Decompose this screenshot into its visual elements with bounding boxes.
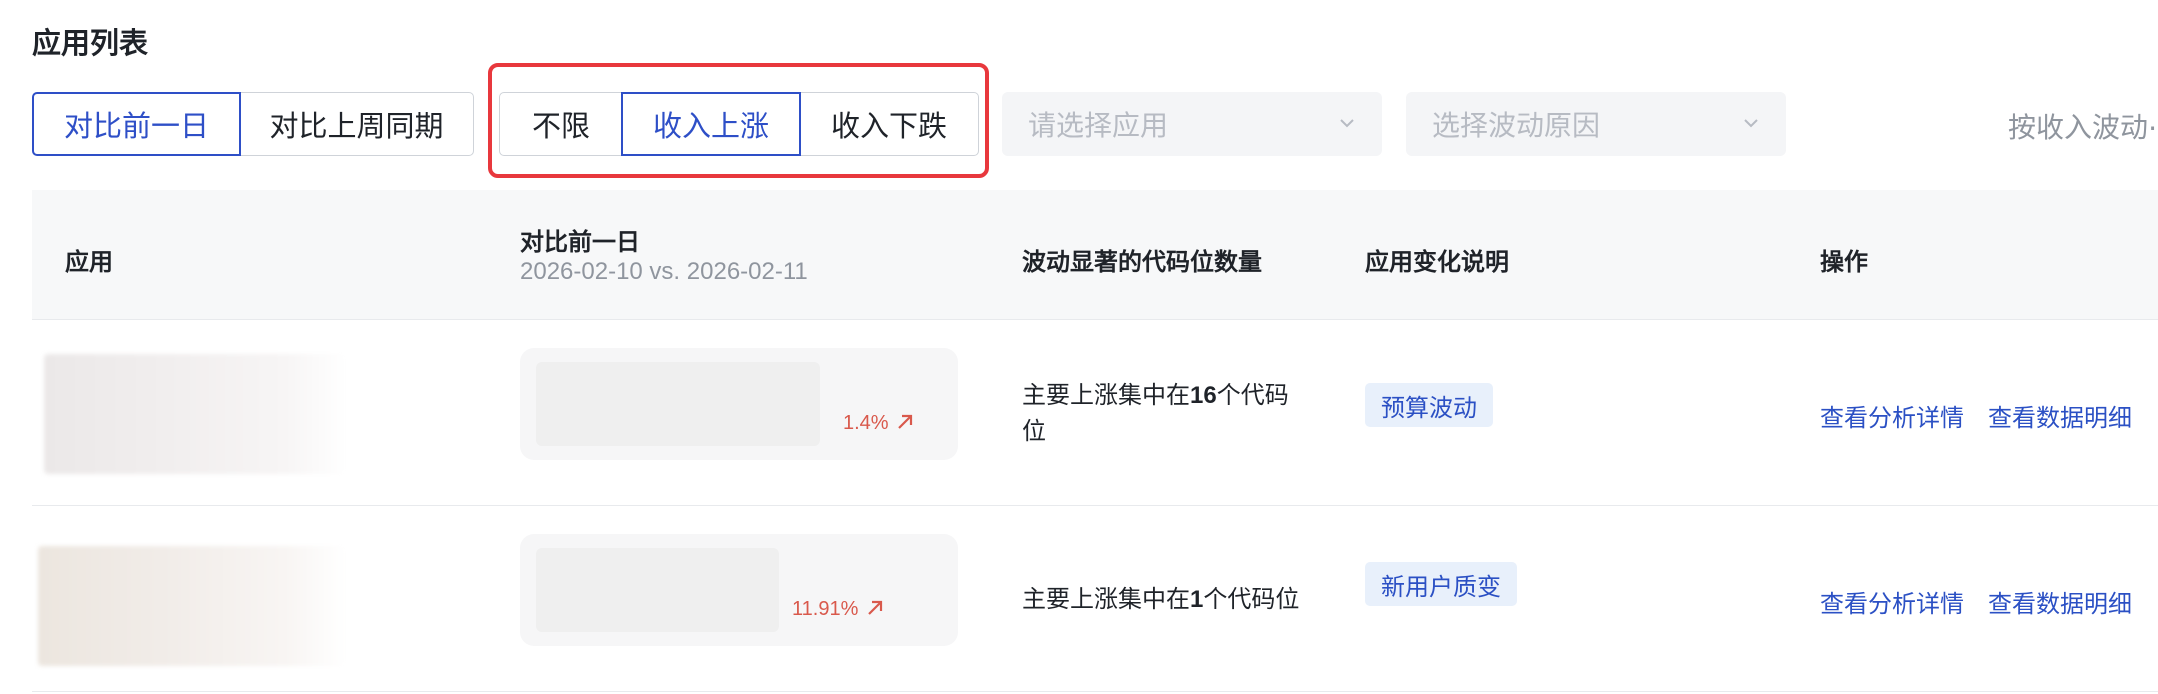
filter-all-button[interactable]: 不限 (499, 92, 623, 156)
header-compare-title: 对比前一日 (520, 229, 640, 256)
chevron-down-icon (1340, 119, 1354, 128)
compare-previous-day-button[interactable]: 对比前一日 (32, 92, 241, 156)
view-analysis-detail-link[interactable]: 查看分析详情 (1820, 398, 1964, 433)
header-compare-dates: 2026-02-10 vs. 2026-02-11 (520, 258, 808, 285)
table-row: 11.91% 主要上涨集中在1个代码位 新用户质变 查看分析详情 查看数据明细 (32, 506, 2158, 692)
filter-revenue-up-button[interactable]: 收入上涨 (621, 92, 801, 156)
slot-count-description: 主要上涨集中在16个代码位 (1022, 378, 1302, 450)
sparkline-blurred (536, 548, 779, 632)
desc-prefix: 主要上涨集中在 (1022, 382, 1190, 409)
filter-revenue-down-button[interactable]: 收入下跌 (799, 92, 979, 156)
desc-number: 16 (1190, 382, 1217, 409)
app-thumbnail-blurred (44, 354, 346, 474)
header-app: 应用 (65, 249, 113, 276)
desc-number: 1 (1190, 586, 1204, 613)
view-analysis-detail-link[interactable]: 查看分析详情 (1820, 584, 1964, 619)
arrow-up-right-icon (898, 414, 913, 429)
section-title: 应用列表 (32, 28, 149, 60)
app-select[interactable]: 请选择应用 (1002, 92, 1382, 156)
app-select-placeholder: 请选择应用 (1028, 110, 1169, 141)
compare-sparkline-card: 11.91% (520, 534, 958, 646)
compare-sparkline-card: 1.4% (520, 348, 958, 460)
header-action: 操作 (1820, 249, 1868, 276)
table-header: 应用 对比前一日 2026-02-10 vs. 2026-02-11 波动显著的… (32, 190, 2158, 320)
desc-suffix: 个代码位 (1203, 586, 1300, 613)
reason-select-placeholder: 选择波动原因 (1432, 110, 1601, 141)
slot-count-description: 主要上涨集中在1个代码位 (1022, 582, 1342, 618)
app-thumbnail-blurred (38, 546, 346, 666)
change-reason-tag: 新用户质变 (1365, 562, 1517, 606)
view-data-detail-link[interactable]: 查看数据明细 (1988, 584, 2132, 619)
header-change-description: 应用变化说明 (1365, 249, 1509, 276)
change-percent-value: 1.4% (843, 412, 889, 434)
chevron-down-icon (1744, 119, 1758, 128)
arrow-up-right-icon (868, 600, 883, 615)
table-row: 1.4% 主要上涨集中在16个代码位 预算波动 查看分析详情 查看数据明细 (32, 320, 2158, 506)
view-data-detail-link[interactable]: 查看数据明细 (1988, 398, 2132, 433)
desc-prefix: 主要上涨集中在 (1022, 586, 1190, 613)
sparkline-blurred (536, 362, 820, 446)
header-slot-count: 波动显著的代码位数量 (1022, 249, 1262, 276)
sort-by-revenue-change[interactable]: 按收入波动⋯ (2008, 106, 2158, 146)
change-percent-value: 11.91% (792, 598, 859, 620)
change-reason-tag: 预算波动 (1365, 383, 1493, 427)
compare-last-week-button[interactable]: 对比上周同期 (239, 92, 474, 156)
reason-select[interactable]: 选择波动原因 (1406, 92, 1786, 156)
change-percent: 11.91% (792, 598, 884, 621)
change-percent: 1.4% (843, 412, 914, 435)
